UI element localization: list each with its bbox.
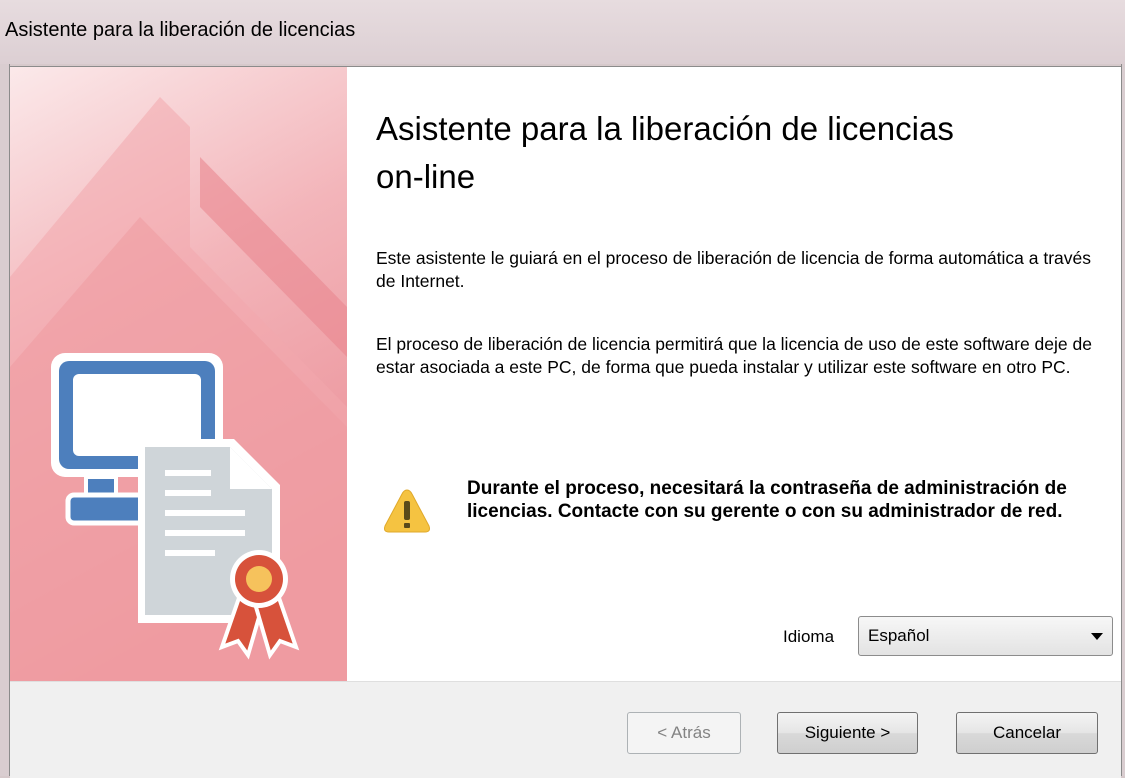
- content-panel: Asistente para la liberación de licencia…: [347, 67, 1121, 681]
- side-banner: [10, 67, 347, 681]
- description-paragraph-1: Este asistente le guiará en el proceso d…: [376, 248, 1091, 291]
- page-title: Asistente para la liberación de licencia…: [376, 110, 954, 195]
- window-frame-left: [0, 64, 10, 776]
- cancel-button[interactable]: Cancelar: [956, 712, 1098, 754]
- wizard-dialog: Asistente para la liberación de licencia…: [10, 66, 1121, 778]
- back-button[interactable]: < Atrás: [627, 712, 741, 754]
- language-label: Idioma: [783, 627, 835, 646]
- window-frame-right: [1121, 64, 1125, 776]
- next-button[interactable]: Siguiente >: [777, 712, 918, 754]
- warning-icon: [384, 489, 430, 533]
- description-paragraph-2: El proceso de liberación de licencia per…: [376, 334, 1092, 377]
- language-selected-value: Español: [868, 626, 930, 645]
- computer-license-icon: [10, 67, 347, 681]
- button-bar: < Atrás Siguiente > Cancelar: [10, 681, 1121, 778]
- chevron-down-icon: [1091, 633, 1103, 640]
- language-select[interactable]: Español: [858, 616, 1113, 656]
- window-title: Asistente para la liberación de licencia…: [5, 19, 356, 41]
- warning-message: Durante el proceso, necesitará la contra…: [467, 478, 1067, 522]
- title-bar: Asistente para la liberación de licencia…: [0, 0, 1125, 64]
